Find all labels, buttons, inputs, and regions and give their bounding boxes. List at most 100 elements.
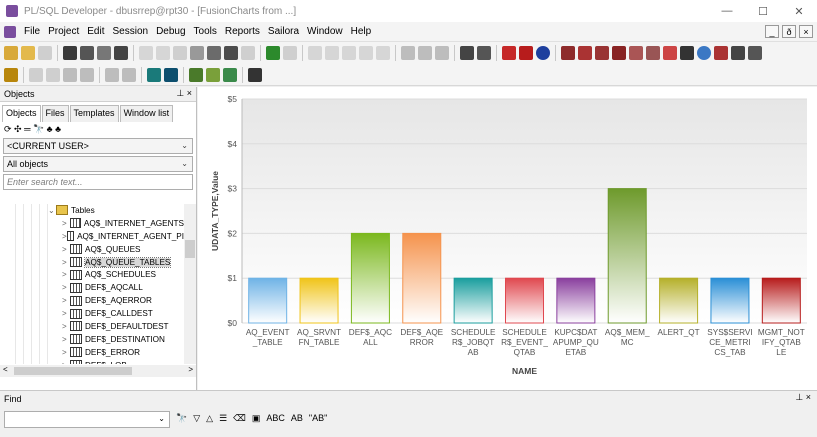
undo-icon[interactable] [139,46,153,60]
db-connect-icon[interactable] [612,46,626,60]
chevron-down-icon[interactable]: ⌄ [158,414,165,423]
regex-icon[interactable]: "AB" [309,413,327,424]
cut-icon[interactable] [173,46,187,60]
db-pl-icon[interactable] [595,46,609,60]
tab-templates[interactable]: Templates [69,105,119,122]
collapse-icon[interactable]: ⌄ [48,206,56,215]
expand-icon[interactable]: > [62,219,70,228]
wrench-icon[interactable] [248,67,262,82]
mdi-restore-button[interactable]: ð [782,25,796,38]
close-button[interactable]: ✕ [781,0,817,22]
indent-icon[interactable] [308,46,322,60]
scroll-left-icon[interactable]: < [3,365,8,374]
print-preview-icon[interactable] [114,46,128,60]
search-input[interactable]: Enter search text... [3,174,193,190]
reopen-icon[interactable] [38,46,52,60]
whole-word-icon[interactable]: AB [291,413,303,424]
uppercase-icon[interactable] [376,46,390,60]
find-icon[interactable] [224,46,238,60]
expand-icon[interactable]: > [62,283,70,292]
scroll-right-icon[interactable]: > [188,365,193,374]
copy-icon[interactable] [190,46,204,60]
menu-edit[interactable]: Edit [83,26,108,37]
menu-debug[interactable]: Debug [152,26,189,37]
replace-icon[interactable] [241,46,255,60]
gear-icon[interactable] [697,46,711,60]
user-icon[interactable] [105,67,119,82]
report-icon[interactable] [519,46,533,60]
plugin-icon[interactable] [714,46,728,60]
chevron-down-icon[interactable]: ⌄ [181,141,188,150]
session-icon[interactable] [122,67,136,82]
find-input[interactable]: ⌄ [4,411,170,428]
menu-reports[interactable]: Reports [221,26,264,37]
db-query-icon[interactable] [578,46,592,60]
explain-icon[interactable] [418,46,432,60]
execute-icon[interactable] [266,46,280,60]
document-icon[interactable] [4,25,16,38]
scrollbar-thumb[interactable] [14,367,132,375]
redo-icon[interactable] [156,46,170,60]
disconnect-icon[interactable] [164,67,178,82]
menu-window[interactable]: Window [303,26,347,37]
import-data-icon[interactable] [206,67,220,82]
expand-icon[interactable]: > [62,322,70,331]
new-icon[interactable] [4,46,18,60]
table-icon[interactable] [646,46,660,60]
table-grid-icon[interactable] [748,46,762,60]
chevron-down-icon[interactable]: ⌄ [181,159,188,168]
menu-project[interactable]: Project [44,26,83,37]
compare-icon[interactable] [223,67,237,82]
user-select[interactable]: <CURRENT USER> ⌄ [3,138,193,154]
export-data-icon[interactable] [189,67,203,82]
expand-icon[interactable]: > [62,245,70,254]
key-icon[interactable] [4,67,18,82]
paste-icon[interactable] [207,46,221,60]
mdi-minimize-button[interactable]: _ [765,25,779,38]
objects-toolbar[interactable]: ⟳ ✣ ═ 🔭 ♣ ♣ [0,122,196,136]
close-x-icon[interactable] [731,46,745,60]
open-icon[interactable] [21,46,35,60]
find-next-icon[interactable]: ▽ [193,413,200,424]
info-icon[interactable] [536,46,550,60]
database-icon[interactable] [680,46,694,60]
db-sql-icon[interactable] [561,46,575,60]
clear-icon[interactable]: ⌫ [233,413,246,424]
expand-icon[interactable]: > [62,348,70,357]
pin-close-icon[interactable]: ⊥ × [176,88,192,99]
pin-close-icon[interactable]: ⊥ × [795,392,811,403]
mdi-close-button[interactable]: × [799,25,813,38]
tile-icon[interactable] [477,46,491,60]
expand-icon[interactable]: > [62,309,70,318]
tab-window-list[interactable]: Window list [119,105,174,122]
save-icon[interactable] [63,46,77,60]
maximize-button[interactable]: ☐ [745,0,781,22]
expand-icon[interactable]: > [62,335,70,344]
expand-icon[interactable]: > [62,270,70,279]
menu-sailora[interactable]: Sailora [264,26,303,37]
query-builder-icon[interactable] [435,46,449,60]
commit-icon[interactable] [63,67,77,82]
break-icon[interactable] [283,46,297,60]
connect-icon[interactable] [147,67,161,82]
stop-icon[interactable] [502,46,516,60]
test-icon[interactable] [46,67,60,82]
find-previous-icon[interactable]: △ [206,413,213,424]
expand-icon[interactable]: > [62,296,70,305]
window-list-icon[interactable] [460,46,474,60]
expand-icon[interactable]: > [62,258,70,267]
compile-icon[interactable] [29,67,43,82]
tree-vertical-scrollbar[interactable] [184,204,196,364]
menu-session[interactable]: Session [108,26,152,37]
grid-icon[interactable] [629,46,643,60]
menu-tools[interactable]: Tools [190,26,221,37]
save-all-icon[interactable] [80,46,94,60]
filter-select[interactable]: All objects ⌄ [3,156,193,172]
tab-objects[interactable]: Objects [2,105,41,122]
objects-toolbar-icons[interactable]: ⟳ ✣ ═ 🔭 ♣ ♣ [4,124,61,135]
find-icon[interactable]: 🔭 [176,413,187,424]
selection-icon[interactable]: ▣ [252,413,261,424]
export-icon[interactable] [663,46,677,60]
expand-icon[interactable]: > [62,361,70,364]
print-icon[interactable] [97,46,111,60]
